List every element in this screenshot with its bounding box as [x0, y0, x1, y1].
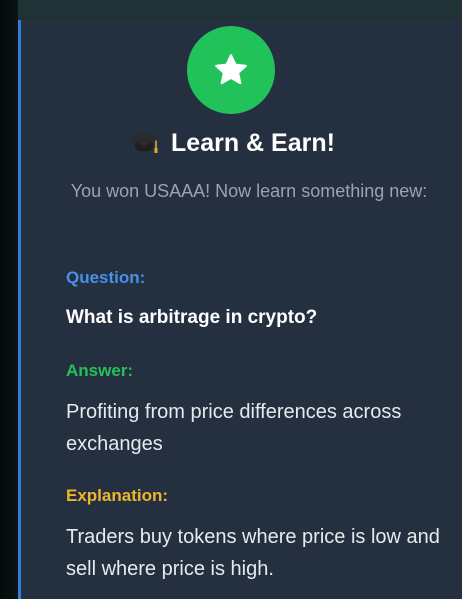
title-row: Learn & Earn! [0, 128, 462, 158]
explanation-label: Explanation: [66, 486, 169, 505]
answer-text: Profiting from price differences across … [66, 401, 402, 455]
screen: Learn & Earn! You won USAAA! Now learn s… [0, 0, 462, 599]
graduation-cap-icon [128, 132, 161, 153]
question-label: Question: [66, 268, 146, 287]
explanation-text: Traders buy tokens where price is low an… [66, 526, 440, 580]
page-subtitle: You won USAAA! Now learn something new: [70, 181, 428, 201]
answer-label: Answer: [66, 361, 134, 380]
star-icon [215, 54, 247, 85]
star-badge [187, 26, 275, 114]
question-text: What is arbitrage in crypto? [66, 307, 318, 328]
edge-shadow [0, 0, 18, 599]
page-title: Learn & Earn! [171, 128, 335, 157]
